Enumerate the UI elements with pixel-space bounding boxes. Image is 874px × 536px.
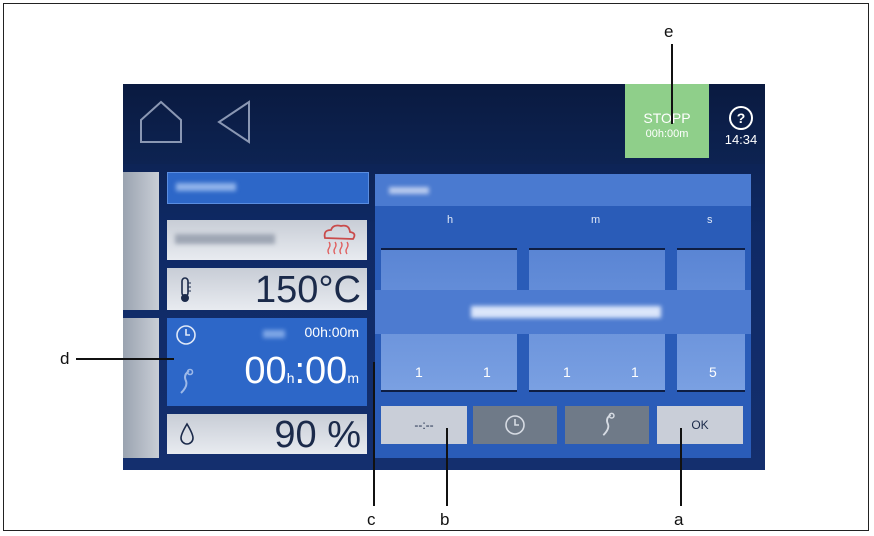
leader-d bbox=[76, 358, 174, 360]
callout-a: a bbox=[674, 510, 684, 529]
leader-a bbox=[680, 428, 682, 506]
steam-heat-icon bbox=[317, 224, 357, 261]
home-icon[interactable] bbox=[137, 98, 185, 151]
core-probe-icon bbox=[175, 368, 195, 401]
program-name-bar[interactable] bbox=[167, 172, 369, 204]
help-icon[interactable]: ? bbox=[729, 106, 753, 130]
second-digit: 5 bbox=[709, 364, 717, 380]
mode-label bbox=[175, 234, 275, 244]
timer-hours: 00 bbox=[244, 350, 287, 392]
minutes-top-line bbox=[529, 248, 665, 250]
continuous-mode-label bbox=[471, 306, 661, 318]
col-hours-label: h bbox=[447, 214, 454, 226]
clock-time: 14:34 bbox=[724, 132, 758, 147]
back-icon[interactable] bbox=[215, 100, 255, 149]
hour-digit-ones: 1 bbox=[483, 364, 491, 380]
thermometer-icon bbox=[177, 276, 193, 309]
water-drop-icon bbox=[179, 422, 195, 451]
core-probe-icon bbox=[602, 412, 615, 436]
stop-label: STOPP bbox=[643, 110, 691, 126]
leader-e bbox=[671, 44, 673, 124]
timer-small-value: 00h:00m bbox=[304, 324, 359, 340]
callout-d: d bbox=[60, 349, 70, 368]
leader-b bbox=[446, 428, 448, 506]
callout-e: e bbox=[664, 22, 674, 41]
minutes-bottom-line bbox=[529, 390, 665, 392]
col-seconds-label: s bbox=[707, 214, 713, 226]
timer-panel[interactable]: 00h:00m 00h:00m bbox=[167, 318, 367, 406]
side-tab-lower[interactable] bbox=[123, 318, 159, 458]
leader-c bbox=[373, 362, 375, 506]
program-name-text bbox=[176, 183, 236, 191]
minute-digit-tens: 1 bbox=[563, 364, 571, 380]
seconds-bottom-line bbox=[677, 390, 745, 392]
time-setting-header bbox=[375, 174, 751, 206]
timer-minutes-unit: m bbox=[347, 370, 359, 386]
hour-digit-tens: 1 bbox=[415, 364, 423, 380]
help-area: ? 14:34 bbox=[719, 106, 763, 147]
hours-top-line bbox=[381, 248, 517, 250]
timer-small-label bbox=[263, 330, 285, 338]
timer-mode-button[interactable] bbox=[473, 406, 557, 444]
time-setting-panel: h m s 1 1 1 1 5 --:-- OK bbox=[375, 174, 751, 458]
device-screen: STOPP 00h:00m ? 14:34 150°C 00h:00m 00h:… bbox=[123, 84, 765, 470]
humidity-value: 90 % bbox=[274, 414, 361, 456]
minute-digit-ones: 1 bbox=[631, 364, 639, 380]
ok-button[interactable]: OK bbox=[657, 406, 743, 444]
callout-b: b bbox=[440, 510, 450, 529]
callout-c: c bbox=[367, 510, 376, 529]
timer-big-value: 00h:00m bbox=[244, 350, 359, 393]
timer-minutes: 00 bbox=[305, 350, 348, 392]
timer-separator: : bbox=[294, 350, 306, 392]
temperature-value: 150°C bbox=[254, 269, 361, 311]
side-tab-upper[interactable] bbox=[123, 172, 159, 310]
seconds-top-line bbox=[677, 248, 745, 250]
hours-bottom-line bbox=[381, 390, 517, 392]
clock-icon bbox=[505, 415, 525, 435]
continuous-mode-band[interactable] bbox=[375, 290, 751, 334]
stop-button[interactable]: STOPP 00h:00m bbox=[625, 84, 709, 158]
stop-time: 00h:00m bbox=[645, 128, 689, 140]
temperature-bar[interactable]: 150°C bbox=[167, 268, 367, 310]
col-minutes-label: m bbox=[591, 214, 601, 226]
clock-icon bbox=[175, 324, 197, 351]
mode-bar[interactable] bbox=[167, 220, 367, 260]
core-probe-mode-button[interactable] bbox=[565, 406, 649, 444]
manual-time-button[interactable]: --:-- bbox=[381, 406, 467, 444]
humidity-bar[interactable]: 90 % bbox=[167, 414, 367, 454]
